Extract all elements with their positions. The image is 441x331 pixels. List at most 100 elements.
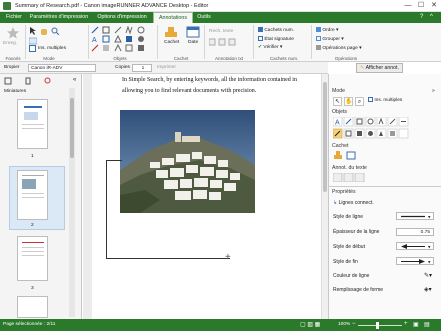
star-icon[interactable] — [6, 26, 20, 40]
crosshair-cursor-icon: + — [225, 252, 231, 263]
favoris-group-label: Favoris — [5, 56, 21, 61]
page-thumbnail-4[interactable] — [17, 296, 48, 318]
document-photo[interactable] — [120, 110, 255, 213]
fill-label: Remplissage de forme — [333, 287, 384, 293]
view-mode-icons[interactable]: ▢ ▥ ▦ — [300, 321, 326, 329]
fit-width-icon[interactable]: ▤ — [424, 321, 430, 328]
fill-color-picker-icon[interactable]: ◈▾ — [424, 286, 432, 293]
close-button[interactable]: ✕ — [428, 1, 440, 11]
zoom-icon[interactable] — [51, 27, 60, 37]
copies-label: Copies — [115, 65, 130, 70]
ordre-button[interactable]: Ordre ▾ — [316, 27, 338, 33]
annotation-icon: ✎ — [360, 65, 365, 71]
text-markup-icons[interactable] — [209, 38, 249, 46]
svg-text:A: A — [335, 120, 340, 127]
zoom-out-icon[interactable]: − — [352, 321, 356, 327]
collapse-pane-icon[interactable]: « — [73, 77, 76, 83]
help-icon[interactable]: ? — [420, 14, 427, 21]
scrollbar-thumb[interactable] — [323, 82, 327, 192]
fit-page-icon[interactable]: ▣ — [413, 321, 419, 328]
zoom-in-icon[interactable]: + — [404, 321, 408, 327]
text-markup-icons[interactable] — [332, 172, 373, 183]
line-color-picker-icon[interactable]: ✎▾ — [424, 272, 432, 279]
connector-line-vertical[interactable] — [106, 160, 107, 190]
printer-select[interactable]: Canon iR-ADV — [28, 64, 96, 72]
line-thickness-input[interactable]: 0.75 — [396, 228, 434, 236]
tab-options-impression[interactable]: Options d'impression — [92, 12, 152, 23]
stamp-icon[interactable] — [164, 26, 178, 40]
ribbon-divider — [157, 25, 158, 59]
document-scrollbar[interactable] — [321, 74, 328, 319]
ribbon-divider — [204, 25, 205, 59]
cachet-button[interactable]: Cachet — [164, 40, 179, 45]
thumb-text-line — [22, 242, 44, 243]
thumbnails-panel-icon[interactable] — [4, 77, 12, 85]
digital-stamp-icon — [258, 27, 263, 32]
start-style-label: Style de début — [333, 244, 365, 250]
minimize-button[interactable]: — — [402, 1, 414, 11]
stamp-icon[interactable] — [333, 151, 343, 160]
cachets-num-button[interactable]: Cachets num. — [258, 27, 294, 33]
grouper-button[interactable]: Grouper ▾ — [316, 36, 344, 42]
svg-text:▾: ▾ — [428, 260, 431, 266]
date-button[interactable]: Date — [188, 40, 198, 45]
miniatures-label: Miniatures — [4, 89, 27, 94]
date-stamp-icon[interactable] — [186, 26, 200, 40]
line-style-select[interactable]: ▾ — [396, 212, 434, 220]
select-icon[interactable] — [29, 27, 37, 37]
hand-icon[interactable] — [40, 27, 48, 37]
rech-texte-button[interactable]: Rech. texte — [209, 29, 233, 34]
operations-page-button[interactable]: Opérations page ▾ — [316, 45, 362, 51]
page-thumbnail-3[interactable] — [17, 236, 48, 281]
page-ops-icon — [316, 45, 321, 50]
chevron-down-icon: ▾ — [359, 45, 362, 51]
objects-tool-grid[interactable]: A — [91, 26, 153, 54]
objets-section-label: Objets — [332, 109, 347, 115]
copies-input[interactable]: 1 — [132, 64, 152, 72]
verifier-button[interactable]: ✔ Vérifier ▾ — [258, 45, 282, 50]
etat-signature-button[interactable]: État signature — [258, 36, 294, 42]
connector-line-left[interactable] — [106, 190, 107, 258]
tab-fichier[interactable]: Fichier — [2, 12, 26, 23]
maximize-button[interactable]: ☐ — [415, 1, 427, 11]
page-thumbnail-2[interactable] — [17, 170, 48, 220]
object-name: ↳ Lignes connect. — [333, 200, 374, 206]
ins-multiples-button[interactable]: Ins. multiples — [368, 97, 402, 103]
grouper-label: Grouper — [322, 36, 340, 42]
ribbon-divider — [253, 25, 254, 59]
hand-icon[interactable]: ✋ — [344, 97, 353, 106]
zoom-icon[interactable]: ⌕ — [355, 97, 364, 106]
order-icon — [316, 27, 321, 32]
bookmarks-panel-icon[interactable] — [24, 77, 32, 85]
imprimer-button[interactable]: Imprimer — [157, 65, 176, 70]
date-stamp-icon[interactable] — [346, 151, 356, 160]
ins-multiples-label: Ins. multiples — [38, 46, 66, 51]
objects-tool-grid[interactable]: A — [332, 116, 437, 140]
zoom-slider-thumb[interactable] — [376, 322, 379, 329]
end-style-select[interactable]: ▾ — [396, 257, 434, 265]
enreg-button[interactable]: Enreg. — [3, 41, 17, 46]
scrollbar-thumb[interactable] — [70, 98, 74, 158]
collapse-pane-icon[interactable]: » — [432, 88, 435, 94]
connector-line-bottom[interactable] — [106, 258, 230, 259]
zoom-slider[interactable] — [358, 322, 402, 329]
tab-parametres-impression[interactable]: Paramètres d'impression — [27, 12, 91, 23]
group-icon — [316, 36, 321, 41]
search-panel-icon[interactable] — [44, 77, 52, 85]
connector-line-top[interactable] — [106, 160, 122, 161]
afficher-annot-button[interactable]: ✎ Afficher annot. — [356, 63, 403, 73]
ins-multiples-button[interactable]: Ins. multiples — [29, 45, 69, 53]
multi-insert-icon — [368, 97, 373, 102]
ribbon-collapse-icon[interactable]: ^ — [430, 14, 437, 21]
page-number-1: 1 — [31, 154, 34, 159]
thumbnail-scrollbar[interactable] — [69, 88, 75, 317]
tab-annotations[interactable]: Annotations — [153, 12, 193, 23]
document-text-line-1: In Simple Search, by entering keywords, … — [122, 77, 297, 83]
select-icon[interactable]: ↖ — [333, 97, 342, 106]
chevron-down-icon: ▾ — [279, 45, 283, 50]
thumb-text-line — [22, 247, 44, 248]
start-style-select[interactable]: ▾ — [396, 242, 434, 250]
page-thumbnail-1[interactable] — [17, 99, 48, 149]
thumb-text-line — [22, 128, 44, 129]
tab-outils[interactable]: Outils — [194, 12, 214, 23]
